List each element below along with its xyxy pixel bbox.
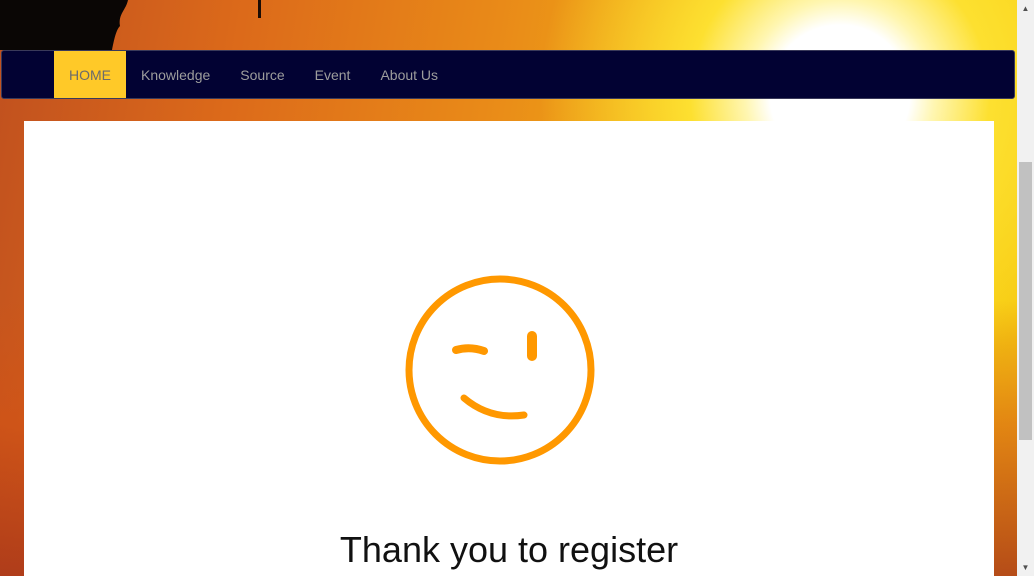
scroll-thumb[interactable] — [1019, 162, 1032, 440]
pole-silhouette — [258, 0, 261, 18]
nav-item-event[interactable]: Event — [300, 51, 366, 98]
winking-face-icon — [405, 275, 595, 465]
scroll-up-arrow[interactable]: ▲ — [1017, 0, 1034, 17]
silhouette-graphic — [0, 0, 128, 50]
page: HOME Knowledge Source Event About Us Tha… — [0, 0, 1034, 576]
scroll-down-arrow[interactable]: ▼ — [1017, 559, 1034, 576]
nav-item-knowledge[interactable]: Knowledge — [126, 51, 225, 98]
nav-item-source[interactable]: Source — [225, 51, 299, 98]
nav-item-home[interactable]: HOME — [54, 51, 126, 98]
vertical-scrollbar[interactable]: ▲ ▼ — [1017, 0, 1034, 576]
nav-item-about-us[interactable]: About Us — [365, 51, 453, 98]
navbar-brand — [2, 51, 54, 98]
main-navbar: HOME Knowledge Source Event About Us — [1, 50, 1015, 99]
thank-you-message: Thank you to register — [339, 529, 679, 570]
